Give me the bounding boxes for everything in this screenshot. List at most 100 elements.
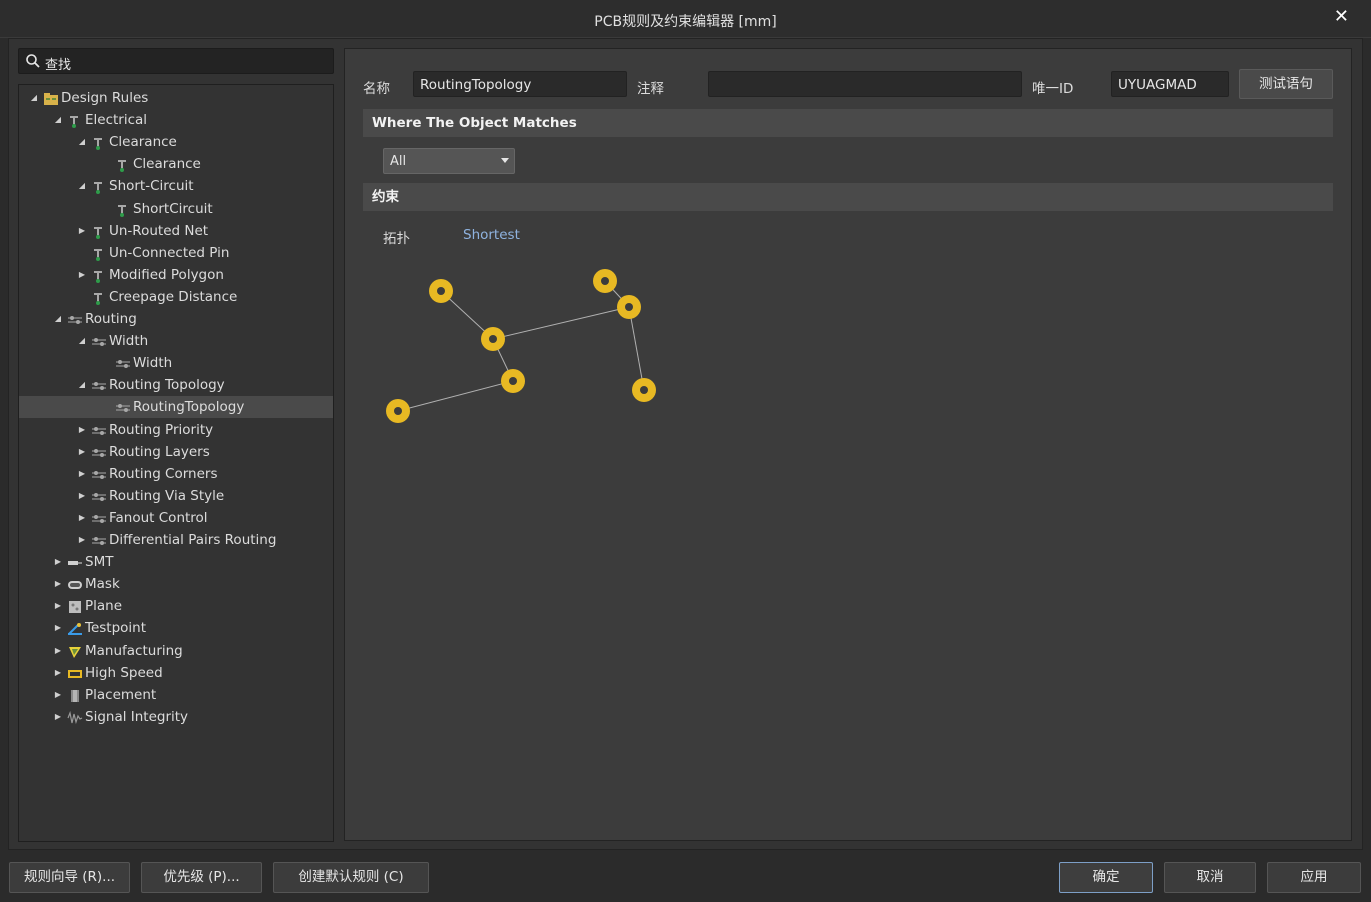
ok-button[interactable]: 确定 [1059,862,1153,893]
placement-icon [67,688,83,702]
tree-item[interactable]: ◢ Design Rules [19,87,333,109]
topology-pad-hole [601,277,609,285]
routing-rule-icon [115,400,131,414]
tree-item[interactable]: ◢ Short-Circuit [19,175,333,197]
expanded-arrow-icon[interactable]: ◢ [77,330,87,352]
tree-item-label: Manufacturing [85,642,183,659]
create-default-rules-button[interactable]: 创建默认规则 (C) [273,862,429,893]
tree-item[interactable]: ▶ Un-Routed Net [19,220,333,242]
tree-item[interactable]: ▶ Placement [19,684,333,706]
tree-item[interactable]: ▶ Plane [19,595,333,617]
expanded-arrow-icon[interactable]: ◢ [77,131,87,153]
tree-item-label: Routing Via Style [109,487,225,504]
manufacturing-icon [67,644,83,658]
collapsed-arrow-icon[interactable]: ▶ [53,640,63,662]
tree-item[interactable]: Clearance [19,153,333,175]
collapsed-arrow-icon[interactable]: ▶ [53,617,63,639]
tree-item-label: Routing [85,311,137,327]
tree-item-label: Placement [85,686,157,703]
tree-item-label: Modified Polygon [109,266,224,283]
tree-item[interactable]: ◢ Width [19,330,333,352]
tree-item-label: RoutingTopology [133,399,245,416]
tree-item[interactable]: ▶ Fanout Control [19,507,333,529]
tree-item[interactable]: Creepage Distance [19,286,333,308]
collapsed-arrow-icon[interactable]: ▶ [77,264,87,286]
collapsed-arrow-icon[interactable]: ▶ [53,551,63,573]
tree-item-label: Short-Circuit [109,178,194,195]
tree-item[interactable]: Un-Connected Pin [19,242,333,264]
collapsed-arrow-icon[interactable]: ▶ [53,595,63,617]
tree-item-label: Design Rules [61,90,149,106]
electrical-rule-icon [67,113,83,129]
routing-rule-icon [91,378,107,392]
tree-item[interactable]: ◢ Routing [19,308,333,330]
signal-integrity-icon [67,710,83,724]
window-title: PCB规则及约束编辑器 [mm] [594,14,777,30]
tree-item[interactable]: ▶ Differential Pairs Routing [19,529,333,551]
tree-item[interactable]: ◢ Electrical [19,109,333,131]
tree-item[interactable]: ▶ Mask [19,573,333,595]
collapsed-arrow-icon[interactable]: ▶ [77,419,87,441]
collapsed-arrow-icon[interactable]: ▶ [77,463,87,485]
cancel-button[interactable]: 取消 [1164,862,1256,893]
tree-item-label: SMT [85,554,114,571]
routing-rule-icon [91,445,107,459]
tree-item[interactable]: ▶ SMT [19,551,333,573]
collapsed-arrow-icon[interactable]: ▶ [77,220,87,242]
expanded-arrow-icon[interactable]: ◢ [53,308,63,330]
tree-item[interactable]: ▶ High Speed [19,662,333,684]
tree-item[interactable]: ShortCircuit [19,198,333,220]
search-input[interactable]: 查找 [18,48,334,74]
search-icon [26,54,40,68]
tree-item[interactable]: ▶ Routing Via Style [19,485,333,507]
expanded-arrow-icon[interactable]: ◢ [53,109,63,131]
tree-item[interactable]: ▶ Signal Integrity [19,706,333,728]
tree-item[interactable]: ▶ Routing Layers [19,441,333,463]
folder-icon [43,91,59,105]
close-icon[interactable]: ✕ [1334,6,1349,27]
tree-item[interactable]: Width [19,352,333,374]
apply-button[interactable]: 应用 [1267,862,1361,893]
topology-track [628,306,645,391]
topology-pad-hole [625,303,633,311]
smt-icon [67,555,83,569]
topology-pad-hole [437,287,445,295]
tree-item[interactable]: ▶ Testpoint [19,617,333,639]
tree-item[interactable]: ◢ Clearance [19,131,333,153]
priority-button[interactable]: 优先级 (P)... [141,862,262,893]
rules-tree[interactable]: ◢ Design Rules ◢ Electrical ◢ Clearance Cleara… [18,84,334,842]
tree-item[interactable]: ▶ Routing Corners [19,463,333,485]
collapsed-arrow-icon[interactable]: ▶ [77,441,87,463]
collapsed-arrow-icon[interactable]: ▶ [53,573,63,595]
tree-item[interactable]: ▶ Routing Priority [19,419,333,441]
routing-rule-icon [115,356,131,370]
topology-pad-hole [394,407,402,415]
tree-item[interactable]: ▶ Manufacturing [19,640,333,662]
tree-item[interactable]: ▶ Modified Polygon [19,264,333,286]
high-speed-icon [67,666,83,680]
tree-item-label: Testpoint [85,620,147,637]
tree-item-label: Routing Corners [109,465,218,482]
collapsed-arrow-icon[interactable]: ▶ [53,706,63,728]
title-bar: PCB规则及约束编辑器 [mm] ✕ [0,0,1371,38]
collapsed-arrow-icon[interactable]: ▶ [77,507,87,529]
routing-rule-icon [91,467,107,481]
topology-pad-hole [640,386,648,394]
routing-rule-icon [91,334,107,348]
collapsed-arrow-icon[interactable]: ▶ [77,529,87,551]
topology-pad-hole [489,335,497,343]
expanded-arrow-icon[interactable]: ◢ [29,87,39,109]
tree-item[interactable]: ◢ Routing Topology [19,374,333,396]
tree-item-label: Differential Pairs Routing [109,532,277,548]
tree-item-label: Routing Priority [109,421,214,438]
collapsed-arrow-icon[interactable]: ▶ [53,684,63,706]
collapsed-arrow-icon[interactable]: ▶ [53,662,63,684]
tree-item[interactable]: RoutingTopology [19,396,333,419]
plane-icon [67,599,83,614]
expanded-arrow-icon[interactable]: ◢ [77,374,87,396]
electrical-rule-icon [115,202,131,217]
routing-rule-icon [91,533,107,547]
expanded-arrow-icon[interactable]: ◢ [77,175,87,197]
rule-wizard-button[interactable]: 规则向导 (R)... [9,862,130,893]
collapsed-arrow-icon[interactable]: ▶ [77,485,87,507]
